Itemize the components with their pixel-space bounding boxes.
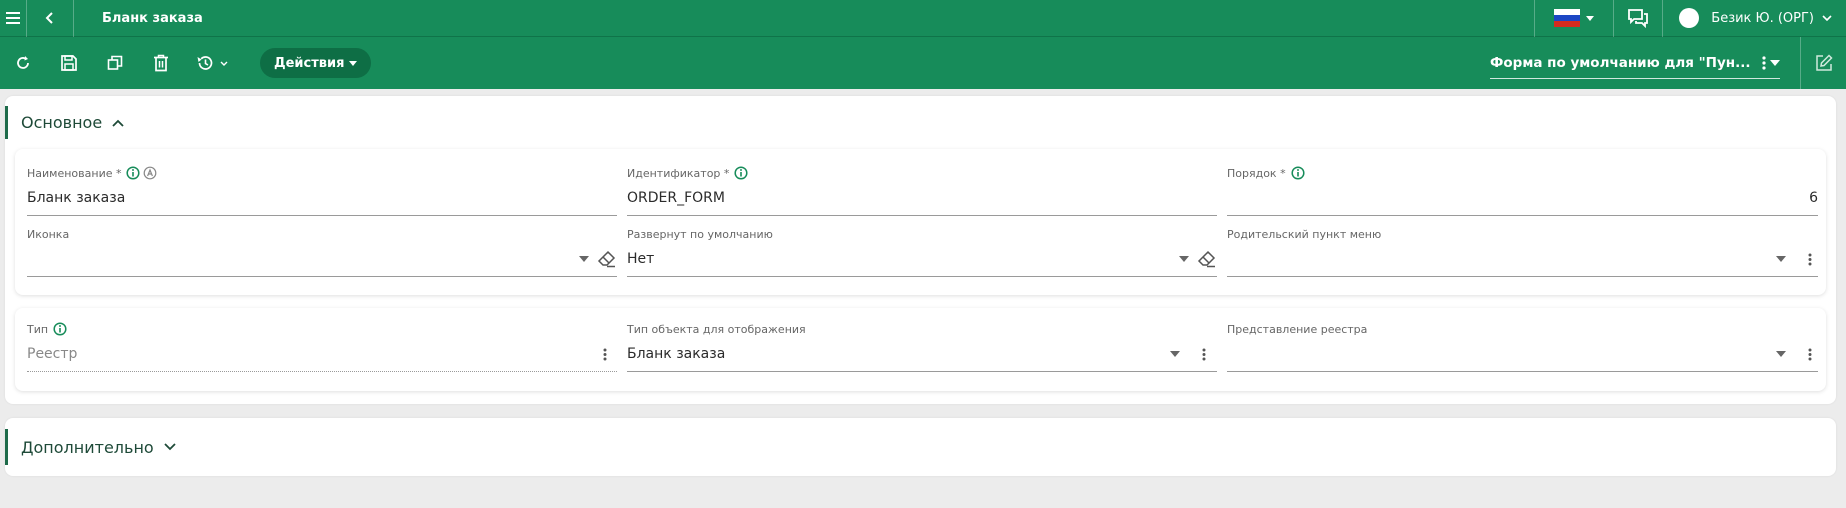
section-extra: Дополнительно <box>5 418 1836 476</box>
expanded-label: Развернут по умолчанию <box>627 227 773 241</box>
identifier-label: Идентификатор * <box>627 166 730 180</box>
top-bar: Бланк заказа Безик Ю. (ОРГ) <box>0 0 1846 37</box>
chevron-down-icon <box>220 61 228 66</box>
caret-down-icon[interactable] <box>1776 351 1786 357</box>
page-title: Бланк заказа <box>102 10 203 26</box>
section-main-header[interactable]: Основное <box>5 106 124 139</box>
history-icon[interactable] <box>184 37 240 89</box>
more-options-icon[interactable] <box>1808 348 1812 361</box>
chevron-up-icon <box>112 119 124 127</box>
parent-menu-field[interactable]: Родительский пункт меню <box>1227 227 1818 277</box>
more-options-icon[interactable] <box>1808 253 1812 266</box>
info-icon[interactable] <box>1291 166 1305 180</box>
form-selector-value: Форма по умолчанию для "Пун... <box>1490 54 1751 71</box>
user-menu[interactable]: Безик Ю. (ОРГ) <box>1663 8 1846 28</box>
caret-down-icon[interactable] <box>1179 256 1189 262</box>
chevron-down-icon <box>164 443 176 451</box>
form-selector[interactable]: Форма по умолчанию для "Пун... <box>1490 47 1780 79</box>
back-icon[interactable] <box>27 0 73 37</box>
eraser-icon[interactable] <box>1197 250 1217 268</box>
info-icon[interactable] <box>53 322 67 336</box>
caret-down-icon <box>1586 15 1595 21</box>
parent-menu-label: Родительский пункт меню <box>1227 227 1382 241</box>
identifier-value: ORDER_FORM <box>627 190 725 206</box>
language-selector[interactable] <box>1535 0 1613 37</box>
type-label: Тип <box>27 322 49 336</box>
registry-view-label: Представление реестра <box>1227 322 1368 336</box>
actions-button[interactable]: Действия <box>260 48 372 78</box>
copy-icon[interactable] <box>92 37 138 89</box>
chevron-down-icon <box>1822 15 1832 21</box>
chat-icon[interactable] <box>1614 0 1662 37</box>
registry-view-field[interactable]: Представление реестра <box>1227 322 1818 372</box>
order-value: 6 <box>1809 190 1818 206</box>
name-field[interactable]: Наименование * Бланк заказа <box>27 166 617 216</box>
more-options-icon[interactable] <box>603 348 607 361</box>
eraser-icon[interactable] <box>597 250 617 268</box>
caret-down-icon <box>349 60 358 66</box>
section-main-title: Основное <box>21 113 103 132</box>
caret-down-icon[interactable] <box>1170 351 1180 357</box>
more-options-icon[interactable] <box>1754 37 1774 89</box>
delete-icon[interactable] <box>138 37 184 89</box>
name-label: Наименование * <box>27 166 122 180</box>
fields-card-2: Тип Реестр Тип объекта для отображения Б… <box>15 308 1826 391</box>
type-value: Реестр <box>27 346 78 362</box>
object-type-value: Бланк заказа <box>627 346 726 362</box>
auto-generate-icon[interactable] <box>143 166 157 180</box>
toolbar: Действия Форма по умолчанию для "Пун... <box>0 37 1846 89</box>
info-icon[interactable] <box>126 166 141 180</box>
section-extra-title: Дополнительно <box>21 437 154 457</box>
type-field: Тип Реестр <box>27 322 617 372</box>
identifier-field[interactable]: Идентификатор * ORDER_FORM <box>627 166 1217 216</box>
info-icon[interactable] <box>734 166 748 180</box>
caret-down-icon[interactable] <box>1776 256 1786 262</box>
save-icon[interactable] <box>46 37 92 89</box>
refresh-icon[interactable] <box>0 37 46 89</box>
menu-icon[interactable] <box>0 0 26 37</box>
russian-flag-icon <box>1554 9 1581 27</box>
more-options-icon[interactable] <box>1202 348 1206 361</box>
caret-down-icon[interactable] <box>579 256 589 262</box>
actions-button-label: Действия <box>274 55 345 71</box>
fields-card-1: Наименование * Бланк заказа Идентификато… <box>15 149 1826 295</box>
expanded-value: Нет <box>627 251 655 267</box>
order-field[interactable]: Порядок * 6 <box>1227 166 1818 216</box>
edit-form-icon[interactable] <box>1800 37 1846 89</box>
user-name: Безик Ю. (ОРГ) <box>1711 10 1814 26</box>
name-value: Бланк заказа <box>27 190 126 206</box>
section-main: Основное Наименование * Бланк заказа Иде… <box>5 96 1836 404</box>
icon-field[interactable]: Иконка <box>27 227 617 277</box>
object-type-field[interactable]: Тип объекта для отображения Бланк заказа <box>627 322 1217 372</box>
icon-label: Иконка <box>27 227 70 241</box>
section-extra-header[interactable]: Дополнительно <box>5 429 176 465</box>
object-type-label: Тип объекта для отображения <box>627 322 806 336</box>
order-label: Порядок * <box>1227 166 1286 180</box>
avatar <box>1679 8 1700 28</box>
expanded-field[interactable]: Развернут по умолчанию Нет <box>627 227 1217 277</box>
